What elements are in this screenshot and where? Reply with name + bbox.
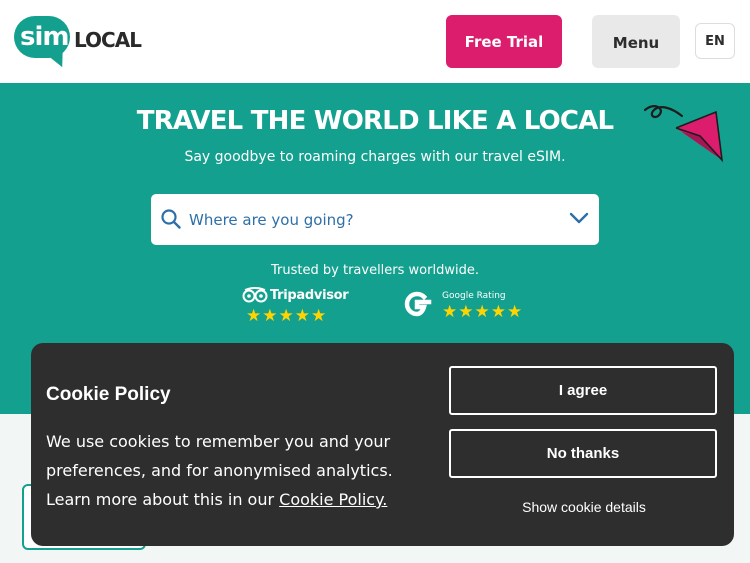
logo-sim-text: sim xyxy=(20,22,69,52)
google-rating-label: Google Rating xyxy=(442,291,506,301)
language-selector[interactable]: EN xyxy=(695,23,735,59)
cookie-policy-link[interactable]: Cookie Policy. xyxy=(279,490,387,509)
google-g-icon xyxy=(404,291,432,317)
site-header: sim LOCAL Free Trial Menu EN xyxy=(0,0,750,83)
google-stars: ★★★★★ xyxy=(442,302,524,321)
no-thanks-button[interactable]: No thanks xyxy=(449,429,717,478)
destination-search-input[interactable] xyxy=(187,208,561,232)
cookie-banner: Cookie Policy We use cookies to remember… xyxy=(31,343,734,546)
tripadvisor-label: Tripadvisor xyxy=(270,288,349,303)
free-trial-button[interactable]: Free Trial xyxy=(446,15,562,68)
tripadvisor-owl-icon xyxy=(242,287,268,303)
show-cookie-details-link[interactable]: Show cookie details xyxy=(449,499,719,515)
search-icon xyxy=(161,209,181,229)
hero-title: TRAVEL THE WORLD LIKE A LOCAL xyxy=(136,106,614,136)
chevron-down-icon[interactable] xyxy=(569,211,589,225)
logo-local-text: LOCAL xyxy=(74,28,142,52)
destination-search[interactable] xyxy=(151,194,599,245)
hero-subtitle: Say goodbye to roaming charges with our … xyxy=(184,149,566,165)
cookie-title: Cookie Policy xyxy=(46,384,171,405)
tripadvisor-stars: ★★★★★ xyxy=(246,306,328,325)
paper-plane-icon xyxy=(643,105,724,163)
menu-button[interactable]: Menu xyxy=(592,15,680,68)
agree-button[interactable]: I agree xyxy=(449,366,717,415)
trusted-text: Trusted by travellers worldwide. xyxy=(271,263,479,278)
cookie-text: We use cookies to remember you and your … xyxy=(46,427,406,514)
